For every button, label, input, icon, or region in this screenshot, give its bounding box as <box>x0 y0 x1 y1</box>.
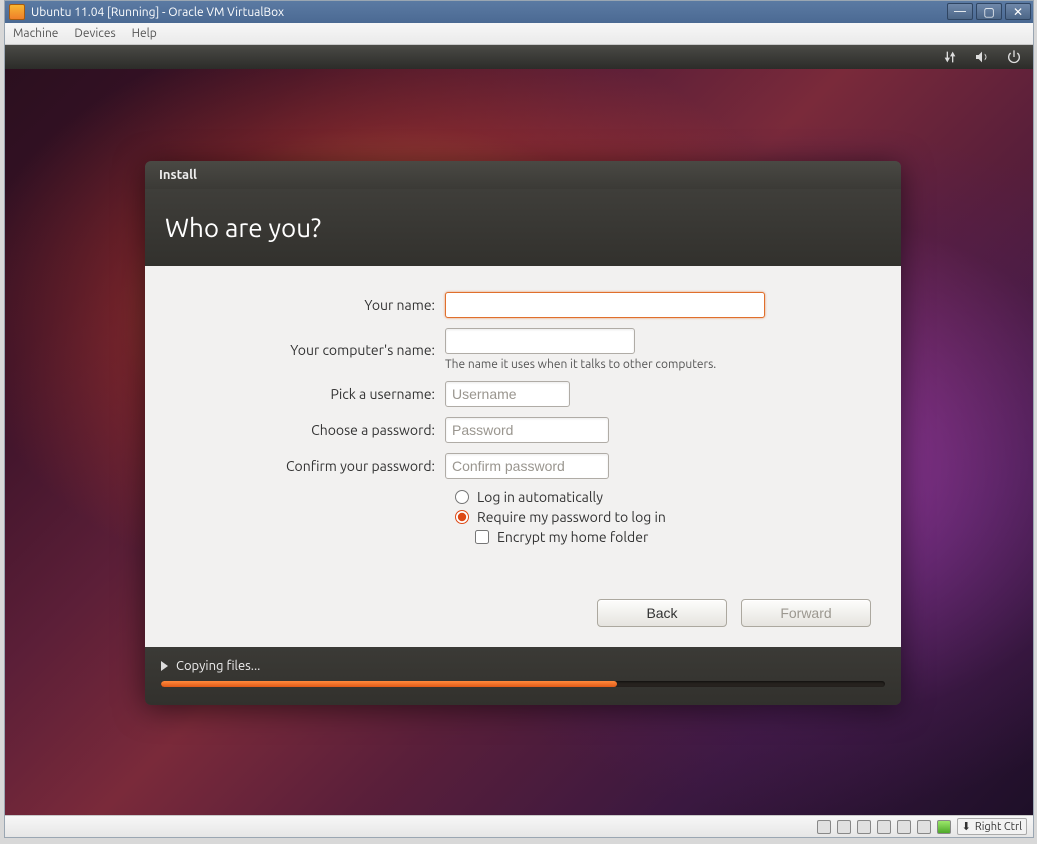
input-computer-name[interactable] <box>445 328 635 354</box>
vbox-app-icon <box>9 4 25 20</box>
ubuntu-desktop: Install Who are you? Your name: Your com… <box>5 45 1033 815</box>
label-require-password: Require my password to log in <box>477 509 666 525</box>
forward-button[interactable]: Forward <box>741 599 871 627</box>
installer-title[interactable]: Install <box>145 161 901 189</box>
disclosure-triangle-icon <box>161 661 168 671</box>
status-network-icon[interactable] <box>857 820 871 834</box>
installer-heading: Who are you? <box>145 189 901 266</box>
ubuntu-top-panel <box>5 45 1033 69</box>
label-password: Choose a password: <box>175 422 445 438</box>
menu-machine[interactable]: Machine <box>13 27 58 40</box>
installer-heading-text: Who are you? <box>165 213 881 242</box>
label-computer-name: Your computer's name: <box>175 342 445 358</box>
installer-dialog: Install Who are you? Your name: Your com… <box>145 161 901 705</box>
status-hdd-icon[interactable] <box>817 820 831 834</box>
vbox-title-text: Ubuntu 11.04 [Running] - Oracle VM Virtu… <box>31 6 284 19</box>
minimize-button[interactable]: — <box>947 3 973 20</box>
menu-help[interactable]: Help <box>132 27 157 40</box>
back-button[interactable]: Back <box>597 599 727 627</box>
status-display-icon[interactable] <box>917 820 931 834</box>
guest-display: Install Who are you? Your name: Your com… <box>5 45 1033 815</box>
footer-status-text: Copying files... <box>176 659 260 673</box>
label-encrypt-home: Encrypt my home folder <box>497 529 648 545</box>
input-password[interactable] <box>445 417 609 443</box>
sound-icon[interactable] <box>973 49 991 65</box>
progress-bar <box>161 681 885 687</box>
input-your-name[interactable] <box>445 292 765 318</box>
label-auto-login: Log in automatically <box>477 489 603 505</box>
vbox-statusbar: ⬇ Right Ctrl <box>5 815 1033 837</box>
status-usb-icon[interactable] <box>877 820 891 834</box>
maximize-button[interactable]: ▢ <box>976 3 1002 20</box>
host-key-label: Right Ctrl <box>975 821 1022 833</box>
status-shared-folder-icon[interactable] <box>897 820 911 834</box>
vbox-menubar: Machine Devices Help <box>5 23 1033 45</box>
radio-require-password[interactable] <box>455 510 469 524</box>
network-icon[interactable] <box>941 49 959 65</box>
close-button[interactable]: ✕ <box>1005 3 1031 20</box>
progress-fill <box>161 681 617 687</box>
footer-status-row[interactable]: Copying files... <box>161 659 885 673</box>
radio-auto-login[interactable] <box>455 490 469 504</box>
label-username: Pick a username: <box>175 386 445 402</box>
label-your-name: Your name: <box>175 297 445 313</box>
menu-devices[interactable]: Devices <box>74 27 115 40</box>
checkbox-encrypt-home[interactable] <box>475 530 489 544</box>
status-cd-icon[interactable] <box>837 820 851 834</box>
hint-computer-name: The name it uses when it talks to other … <box>445 358 716 371</box>
power-icon[interactable] <box>1005 49 1023 65</box>
host-key-arrow-icon: ⬇ <box>962 820 971 833</box>
installer-body: Your name: Your computer's name: The nam… <box>145 266 901 647</box>
status-guest-additions-icon[interactable] <box>937 820 951 834</box>
host-key-indicator[interactable]: ⬇ Right Ctrl <box>957 818 1027 835</box>
input-username[interactable] <box>445 381 570 407</box>
installer-footer: Copying files... <box>145 647 901 705</box>
vbox-titlebar[interactable]: Ubuntu 11.04 [Running] - Oracle VM Virtu… <box>5 1 1033 23</box>
label-confirm-password: Confirm your password: <box>175 458 445 474</box>
input-confirm-password[interactable] <box>445 453 609 479</box>
virtualbox-window: Ubuntu 11.04 [Running] - Oracle VM Virtu… <box>4 0 1034 838</box>
